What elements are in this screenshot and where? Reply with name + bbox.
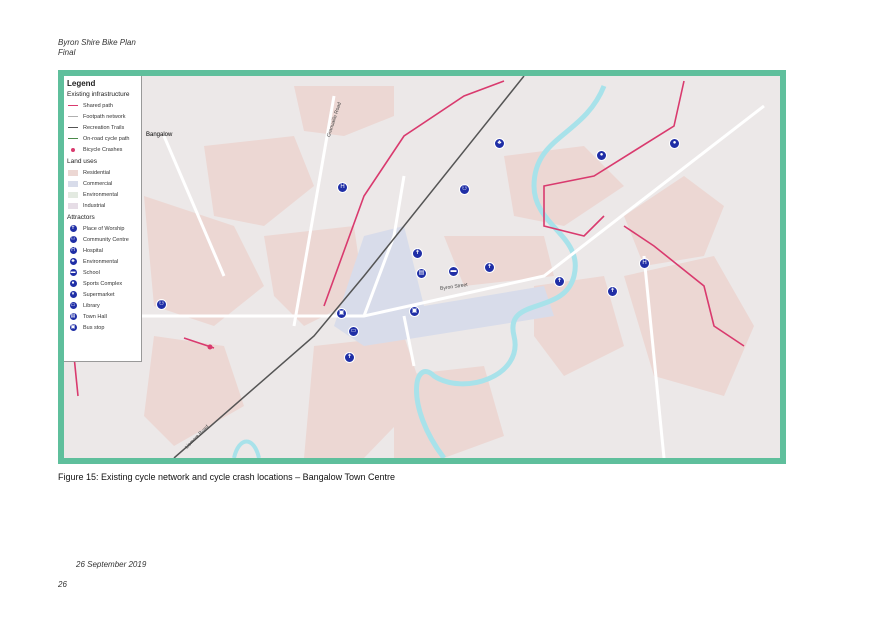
legend-item: ▬ School (67, 267, 138, 278)
supermarket-icon: ▾ (67, 291, 79, 298)
townhall-icon[interactable]: ▤ (416, 268, 427, 279)
bus-icon: ▣ (69, 324, 77, 331)
sports-icon: ● (69, 280, 77, 287)
legend-item: Industrial (67, 200, 138, 211)
legend-fill-swatch (67, 191, 79, 198)
legend-item: Footpath network (67, 111, 138, 122)
legend-item-label: Industrial (83, 202, 106, 209)
worship-icon[interactable]: ✝ (412, 248, 423, 259)
legend-item: H Hospital (67, 245, 138, 256)
school-icon[interactable]: ▬ (448, 266, 459, 277)
legend-item-label: School (83, 269, 100, 276)
hospital-icon: H (69, 247, 77, 254)
legend-item-label: Environmental (83, 258, 119, 265)
legend-item: Bicycle Crashes (67, 144, 138, 155)
legend-item-label: Bus stop (83, 324, 105, 331)
creek-south (232, 439, 261, 458)
bicycle-crash-marker (207, 344, 213, 350)
legend-item-label: Recreation Trails (83, 124, 125, 131)
legend-item-label: Town Hall (83, 313, 107, 320)
document-status: Final (58, 48, 76, 57)
legend-line-swatch (67, 138, 79, 139)
figure-caption: Figure 15: Existing cycle network and cy… (58, 472, 396, 482)
legend-item: ▾ Supermarket (67, 289, 138, 300)
worship-icon[interactable]: ✝ (607, 286, 618, 297)
crash-dot-icon (67, 147, 79, 152)
legend-item: Commercial (67, 178, 138, 189)
legend-section-heading: Land uses (67, 158, 97, 165)
legend-item-label: Sports Complex (83, 280, 123, 287)
legend-item: ▭ Library (67, 300, 138, 311)
legend-item-label: Community Centre (83, 236, 129, 243)
legend-item: ● Sports Complex (67, 278, 138, 289)
legend-line-swatch (67, 116, 79, 117)
legend-item-label: Residential (83, 169, 111, 176)
bus-icon[interactable]: ▣ (336, 308, 347, 319)
legend-item: ▣ Bus stop (67, 322, 138, 333)
hospital-icon[interactable]: H (337, 182, 348, 193)
legend-line-swatch (67, 105, 79, 106)
hospital-icon[interactable]: H (639, 258, 650, 269)
worship-icon: ✝ (69, 225, 77, 232)
map-legend: Legend Existing infrastructure Shared pat… (64, 76, 142, 362)
legend-item-label: On-road cycle path (83, 135, 130, 142)
legend-fill-swatch (67, 169, 79, 176)
legend-item-label: Shared path (83, 102, 113, 109)
townhall-icon: ▤ (69, 313, 77, 320)
legend-item-label: Hospital (83, 247, 103, 254)
document-title: Byron Shire Bike Plan (58, 38, 136, 47)
legend-title: Legend (67, 79, 96, 88)
environment-icon: ♣ (69, 258, 77, 265)
legend-item-label: Library (83, 302, 100, 309)
legend-line-swatch (67, 127, 79, 128)
community-icon[interactable]: ⚇ (156, 299, 167, 310)
legend-section-heading: Existing infrastructure (67, 91, 130, 98)
legend-item: ♣ Environmental (67, 256, 138, 267)
legend-item: ▤ Town Hall (67, 311, 138, 322)
community-icon[interactable]: ⚇ (459, 184, 470, 195)
legend-item: ✝ Place of Worship (67, 223, 138, 234)
legend-item-label: Supermarket (83, 291, 115, 298)
legend-item-label: Commercial (83, 180, 113, 187)
sports-icon[interactable]: ● (669, 138, 680, 149)
legend-item: ⚇ Community Centre (67, 234, 138, 245)
legend-fill-swatch (67, 180, 79, 187)
library-icon: ▭ (69, 302, 77, 309)
legend-item: Recreation Trails (67, 122, 138, 133)
legend-item: Shared path (67, 100, 138, 111)
legend-item-label: Footpath network (83, 113, 126, 120)
library-icon[interactable]: ▭ (348, 326, 359, 337)
footer-date: 26 September 2019 (76, 560, 147, 569)
page-number: 26 (58, 580, 67, 589)
legend-item: Environmental (67, 189, 138, 200)
environment-icon[interactable]: ♣ (494, 138, 505, 149)
legend-section-heading: Attractors (67, 214, 95, 221)
school-icon: ▬ (69, 269, 77, 276)
legend-item: Residential (67, 167, 138, 178)
legend-body: Existing infrastructure Shared path Footpa… (67, 91, 138, 333)
town-label: Bangalow (146, 132, 173, 138)
worship-icon[interactable]: ✝ (554, 276, 565, 287)
legend-item: On-road cycle path (67, 133, 138, 144)
bus-icon[interactable]: ▣ (409, 306, 420, 317)
legend-item-label: Bicycle Crashes (83, 146, 123, 153)
community-icon: ⚇ (69, 236, 77, 243)
legend-item-label: Place of Worship (83, 225, 125, 232)
map-frame: Bangalow Byron Street Granuaille Road Li… (58, 70, 786, 464)
legend-item-label: Environmental (83, 191, 119, 198)
legend-fill-swatch (67, 202, 79, 209)
sports-icon[interactable]: ● (596, 150, 607, 161)
worship-icon[interactable]: ✝ (344, 352, 355, 363)
worship-icon[interactable]: ✝ (484, 262, 495, 273)
